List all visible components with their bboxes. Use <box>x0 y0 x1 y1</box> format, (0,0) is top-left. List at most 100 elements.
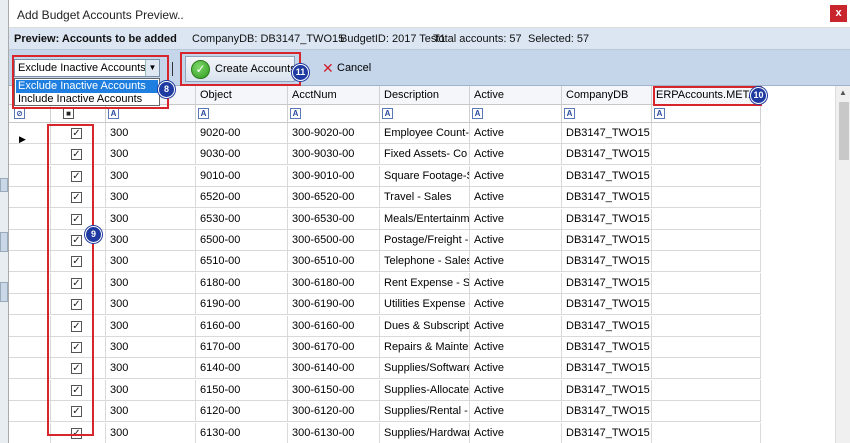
table-row[interactable]: ▶ ✓ 300 9020-00 300-9020-00 Employee Count- Ac… <box>9 123 761 144</box>
description-cell[interactable]: Repairs & Mainte <box>380 337 470 358</box>
segment-cell[interactable]: 300 <box>106 337 196 358</box>
erp-meta1-cell[interactable] <box>652 187 761 209</box>
active-cell[interactable]: Active <box>470 187 562 209</box>
segment-cell[interactable]: 300 <box>106 230 196 251</box>
acctnum-cell[interactable]: 300-6150-00 <box>288 379 380 401</box>
active-cell[interactable]: Active <box>470 358 562 380</box>
table-row[interactable]: ✓ 300 6530-00 300-6530-00 Meals/Entertainm Ac… <box>9 208 761 230</box>
active-cell[interactable]: Active <box>470 251 562 273</box>
active-cell[interactable]: Active <box>470 208 562 230</box>
active-cell[interactable]: Active <box>470 315 562 337</box>
segment-cell[interactable]: 300 <box>106 422 196 443</box>
table-row[interactable]: ✓ 300 9010-00 300-9010-00 Square Footage-S Ac… <box>9 165 761 187</box>
row-indicator-cell[interactable]: ▶ <box>9 123 51 144</box>
acctnum-cell[interactable]: 300-6190-00 <box>288 294 380 316</box>
erp-meta1-cell[interactable] <box>652 123 761 144</box>
acctnum-cell[interactable]: 300-9020-00 <box>288 123 380 144</box>
erp-meta1-cell[interactable] <box>652 144 761 166</box>
close-button[interactable]: x <box>830 5 847 22</box>
erp-meta1-cell[interactable] <box>652 358 761 380</box>
description-cell[interactable]: Rent Expense - S <box>380 272 470 294</box>
filter-cell-active[interactable]: A <box>470 105 562 123</box>
active-cell[interactable]: Active <box>470 379 562 401</box>
row-indicator-cell[interactable] <box>9 272 51 294</box>
companydb-cell[interactable]: DB3147_TWO15 <box>562 230 652 251</box>
acctnum-cell[interactable]: 300-6170-00 <box>288 337 380 358</box>
segment-cell[interactable]: 300 <box>106 165 196 187</box>
acctnum-cell[interactable]: 300-9010-00 <box>288 165 380 187</box>
description-cell[interactable]: Utilities Expense - <box>380 294 470 316</box>
companydb-cell[interactable]: DB3147_TWO15 <box>562 272 652 294</box>
table-row[interactable]: ✓ 300 6170-00 300-6170-00 Repairs & Mainte Ac… <box>9 337 761 358</box>
object-cell[interactable]: 6530-00 <box>196 208 288 230</box>
object-cell[interactable]: 6140-00 <box>196 358 288 380</box>
object-cell[interactable]: 6120-00 <box>196 401 288 423</box>
description-cell[interactable]: Supplies/Hardwar <box>380 422 470 443</box>
description-cell[interactable]: Fixed Assets- Co <box>380 144 470 166</box>
segment-cell[interactable]: 300 <box>106 144 196 166</box>
object-cell[interactable]: 6190-00 <box>196 294 288 316</box>
companydb-cell[interactable]: DB3147_TWO15 <box>562 422 652 443</box>
filter-cell-erp-meta1[interactable]: A <box>652 105 761 123</box>
companydb-cell[interactable]: DB3147_TWO15 <box>562 165 652 187</box>
companydb-cell[interactable]: DB3147_TWO15 <box>562 144 652 166</box>
active-cell[interactable]: Active <box>470 422 562 443</box>
description-cell[interactable]: Supplies-Allocate <box>380 379 470 401</box>
companydb-cell[interactable]: DB3147_TWO15 <box>562 401 652 423</box>
object-cell[interactable]: 6170-00 <box>196 337 288 358</box>
row-indicator-cell[interactable] <box>9 230 51 251</box>
acctnum-cell[interactable]: 300-6520-00 <box>288 187 380 209</box>
row-indicator-cell[interactable] <box>9 379 51 401</box>
filter-cell-acctnum[interactable]: A <box>288 105 380 123</box>
companydb-cell[interactable]: DB3147_TWO15 <box>562 187 652 209</box>
table-row[interactable]: ✓ 300 6120-00 300-6120-00 Supplies/Rental -A… <box>9 401 761 423</box>
row-indicator-cell[interactable] <box>9 187 51 209</box>
header-active[interactable]: Active <box>470 86 562 105</box>
header-object[interactable]: Object <box>196 86 288 105</box>
acctnum-cell[interactable]: 300-6530-00 <box>288 208 380 230</box>
object-cell[interactable]: 6130-00 <box>196 422 288 443</box>
companydb-cell[interactable]: DB3147_TWO15 <box>562 208 652 230</box>
erp-meta1-cell[interactable] <box>652 337 761 358</box>
active-cell[interactable]: Active <box>470 123 562 144</box>
table-row[interactable]: ✓ 300 6180-00 300-6180-00 Rent Expense - S Ac… <box>9 272 761 294</box>
object-cell[interactable]: 6510-00 <box>196 251 288 273</box>
table-row[interactable]: ✓ 300 6160-00 300-6160-00 Dues & Subscripti A… <box>9 315 761 337</box>
active-cell[interactable]: Active <box>470 337 562 358</box>
active-cell[interactable]: Active <box>470 144 562 166</box>
row-indicator-cell[interactable] <box>9 251 51 273</box>
erp-meta1-cell[interactable] <box>652 251 761 273</box>
erp-meta1-cell[interactable] <box>652 422 761 443</box>
header-acctnum[interactable]: AcctNum <box>288 86 380 105</box>
companydb-cell[interactable]: DB3147_TWO15 <box>562 358 652 380</box>
description-cell[interactable]: Travel - Sales <box>380 187 470 209</box>
table-row[interactable]: ✓ 300 6510-00 300-6510-00 Telephone - Sales A… <box>9 251 761 273</box>
description-cell[interactable]: Postage/Freight - <box>380 230 470 251</box>
segment-cell[interactable]: 300 <box>106 401 196 423</box>
object-cell[interactable]: 6150-00 <box>196 379 288 401</box>
description-cell[interactable]: Supplies/Software <box>380 358 470 380</box>
object-cell[interactable]: 9010-00 <box>196 165 288 187</box>
row-indicator-cell[interactable] <box>9 422 51 443</box>
table-row[interactable]: ✓ 300 6520-00 300-6520-00 Travel - Sales Acti… <box>9 187 761 209</box>
acctnum-cell[interactable]: 300-6120-00 <box>288 401 380 423</box>
segment-cell[interactable]: 300 <box>106 208 196 230</box>
row-indicator-cell[interactable] <box>9 401 51 423</box>
description-cell[interactable]: Square Footage-S <box>380 165 470 187</box>
companydb-cell[interactable]: DB3147_TWO15 <box>562 123 652 144</box>
erp-meta1-cell[interactable] <box>652 315 761 337</box>
table-row[interactable]: ✓ 300 6190-00 300-6190-00 Utilities Expense … <box>9 294 761 316</box>
segment-cell[interactable]: 300 <box>106 315 196 337</box>
table-row[interactable]: ✓ 300 6500-00 300-6500-00 Postage/Freight -A… <box>9 230 761 251</box>
erp-meta1-cell[interactable] <box>652 401 761 423</box>
row-indicator-cell[interactable] <box>9 315 51 337</box>
erp-meta1-cell[interactable] <box>652 272 761 294</box>
acctnum-cell[interactable]: 300-9030-00 <box>288 144 380 166</box>
vertical-scrollbar[interactable]: ▲ <box>835 86 850 443</box>
row-indicator-cell[interactable] <box>9 144 51 166</box>
filter-cell-description[interactable]: A <box>380 105 470 123</box>
active-cell[interactable]: Active <box>470 294 562 316</box>
filter-cell-companydb[interactable]: A <box>562 105 652 123</box>
acctnum-cell[interactable]: 300-6160-00 <box>288 315 380 337</box>
row-indicator-cell[interactable] <box>9 208 51 230</box>
